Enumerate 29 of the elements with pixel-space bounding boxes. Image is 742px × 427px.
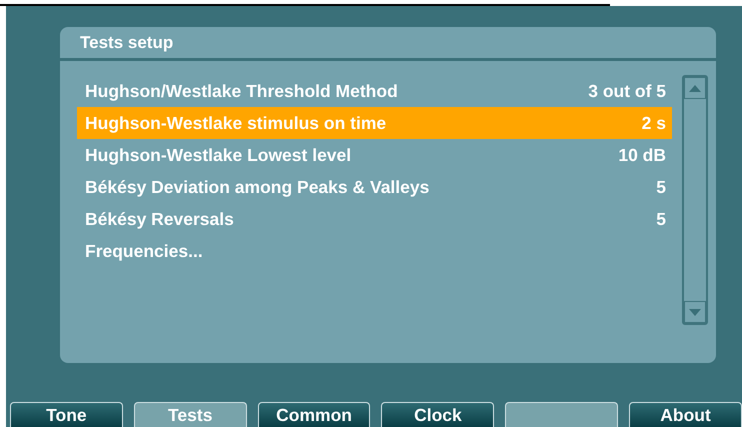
setting-label: Békésy Deviation among Peaks & Valleys (85, 176, 430, 198)
setting-label: Hughson/Westlake Threshold Method (85, 80, 398, 102)
tab[interactable]: Tests (134, 402, 247, 427)
up-arrow-icon (689, 84, 701, 92)
down-arrow-icon (689, 308, 701, 316)
tab[interactable]: Common (258, 402, 370, 427)
setting-value: 3 out of 5 (588, 80, 666, 102)
setting-row[interactable]: Békésy Reversals 5 (77, 203, 672, 235)
setting-row[interactable]: Frequencies... (77, 235, 672, 267)
tab[interactable]: About (629, 402, 742, 427)
setting-value: 5 (656, 176, 666, 198)
setting-label: Békésy Reversals (85, 208, 234, 230)
setting-value: 2 s (642, 112, 666, 134)
setting-row[interactable]: Békésy Deviation among Peaks & Valleys 5 (77, 171, 672, 203)
setting-value: 5 (656, 208, 666, 230)
setting-row[interactable]: Hughson/Westlake Threshold Method 3 out of 5 (77, 75, 672, 107)
setting-row[interactable]: Hughson-Westlake stimulus on time 2 s (77, 107, 672, 139)
scrollbar[interactable] (682, 75, 708, 325)
tab[interactable]: Clock (381, 402, 494, 427)
scroll-up-button[interactable] (684, 77, 706, 99)
setting-row[interactable]: Hughson-Westlake Lowest level 10 dB (77, 139, 672, 171)
empty-tab[interactable] (505, 402, 618, 427)
tab[interactable]: Tone (10, 402, 123, 427)
setting-label: Hughson-Westlake stimulus on time (85, 112, 386, 134)
setting-value: 10 dB (618, 144, 666, 166)
scroll-down-button[interactable] (684, 301, 706, 323)
setting-label: Hughson-Westlake Lowest level (85, 144, 352, 166)
setting-label: Frequencies... (85, 240, 203, 262)
panel-title: Tests setup (79, 32, 174, 54)
